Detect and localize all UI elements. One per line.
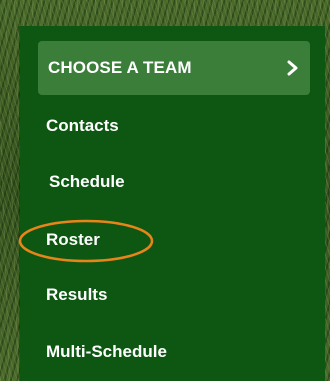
team-nav-menu: CHOOSE A TEAM Contacts Schedule Roster R…	[18, 26, 325, 381]
menu-item-roster[interactable]: Roster	[46, 230, 100, 250]
choose-a-team-button[interactable]: CHOOSE A TEAM	[38, 41, 310, 95]
choose-a-team-label: CHOOSE A TEAM	[48, 58, 192, 77]
menu-item-results[interactable]: Results	[46, 285, 107, 305]
chevron-right-icon	[287, 60, 298, 76]
menu-item-contacts[interactable]: Contacts	[46, 116, 119, 136]
menu-item-schedule[interactable]: Schedule	[49, 172, 125, 192]
menu-item-multi-schedule[interactable]: Multi-Schedule	[46, 342, 167, 362]
